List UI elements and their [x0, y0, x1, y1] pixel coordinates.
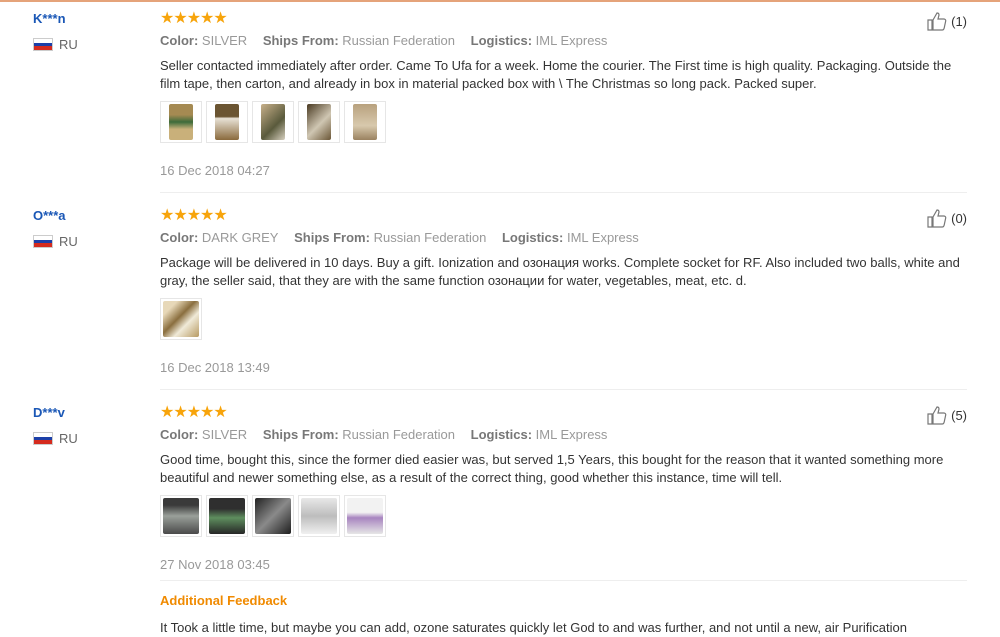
ships-from-value: Russian Federation: [342, 427, 456, 442]
review-date: 16 Dec 2018 13:49: [160, 360, 270, 375]
helpful-button[interactable]: (0): [926, 208, 967, 228]
review-photo[interactable]: [160, 101, 202, 143]
reviewer-country: RU: [33, 37, 78, 52]
review-date: 27 Nov 2018 03:45: [160, 557, 270, 572]
review-photo[interactable]: [252, 495, 294, 537]
reviewer-country: RU: [33, 234, 78, 249]
logistics-value: IML Express: [566, 230, 639, 245]
logistics-label: Logistics:: [470, 33, 533, 48]
ships-from-label: Ships From:: [294, 230, 370, 245]
additional-feedback-title: Additional Feedback: [160, 593, 288, 608]
logistics-label: Logistics:: [470, 427, 533, 442]
thumbs-up-icon: [927, 209, 947, 228]
review-photo[interactable]: [298, 101, 340, 143]
review-text: Good time, bought this, since the former…: [160, 452, 944, 485]
reviewer-name[interactable]: K***n: [33, 11, 78, 27]
color-label: Color:: [160, 427, 199, 442]
reviewer-name[interactable]: O***a: [33, 208, 78, 224]
review-photo[interactable]: [160, 298, 202, 340]
helpful-button[interactable]: (1): [926, 11, 967, 31]
thumbs-up-icon: [927, 12, 947, 31]
review-content: ★★★★★ Color: DARK GREY Ships From: Russi…: [160, 208, 970, 376]
russia-flag-icon: [33, 38, 53, 51]
reviewer-country: RU: [33, 431, 78, 446]
reviewer-info: K***n RU: [33, 11, 78, 52]
reviewer-info: D***v RU: [33, 405, 78, 446]
star-rating: ★★★★★: [160, 404, 228, 421]
color-value: DARK GREY: [201, 230, 279, 245]
logistics-value: IML Express: [535, 427, 608, 442]
country-code: RU: [59, 234, 78, 249]
review-content: ★★★★★ Color: SILVER Ships From: Russian …: [160, 405, 970, 573]
logistics-value: IML Express: [535, 33, 608, 48]
review-meta: Color: SILVER Ships From: Russian Federa…: [160, 33, 970, 49]
top-border: [0, 0, 1000, 2]
country-code: RU: [59, 37, 78, 52]
additional-feedback-text: It Took a little time, but maybe you can…: [160, 620, 907, 635]
helpful-count: (5): [951, 407, 967, 423]
review-photos: [160, 495, 970, 537]
review-photo[interactable]: [160, 495, 202, 537]
ships-from-value: Russian Federation: [342, 33, 456, 48]
additional-feedback-divider: [160, 580, 967, 581]
review-photos: [160, 298, 970, 340]
helpful-count: (1): [951, 13, 967, 29]
review-photo[interactable]: [252, 101, 294, 143]
ships-from-label: Ships From:: [262, 33, 339, 48]
review-meta: Color: SILVER Ships From: Russian Federa…: [160, 427, 970, 443]
review-meta: Color: DARK GREY Ships From: Russian Fed…: [160, 230, 970, 246]
logistics-label: Logistics:: [501, 230, 564, 245]
color-label: Color:: [160, 230, 199, 245]
review-divider: [160, 389, 967, 390]
helpful-button[interactable]: (5): [926, 405, 967, 425]
review-photo[interactable]: [344, 495, 386, 537]
ships-from-label: Ships From:: [262, 427, 339, 442]
review-text: Package will be delivered in 10 days. Bu…: [160, 255, 960, 288]
russia-flag-icon: [33, 235, 53, 248]
thumbs-up-icon: [927, 406, 947, 425]
review-divider: [160, 192, 967, 193]
color-value: SILVER: [201, 33, 248, 48]
review-photo[interactable]: [206, 495, 248, 537]
review-text: Seller contacted immediately after order…: [160, 58, 952, 91]
russia-flag-icon: [33, 432, 53, 445]
reviewer-info: O***a RU: [33, 208, 78, 249]
review-content: ★★★★★ Color: SILVER Ships From: Russian …: [160, 11, 970, 179]
star-rating: ★★★★★: [160, 207, 228, 224]
review-photos: [160, 101, 970, 143]
color-value: SILVER: [201, 427, 248, 442]
reviewer-name[interactable]: D***v: [33, 405, 78, 421]
review-photo[interactable]: [206, 101, 248, 143]
review-photo[interactable]: [344, 101, 386, 143]
review-date: 16 Dec 2018 04:27: [160, 163, 270, 178]
star-rating: ★★★★★: [160, 10, 228, 27]
ships-from-value: Russian Federation: [373, 230, 487, 245]
color-label: Color:: [160, 33, 199, 48]
review-photo[interactable]: [298, 495, 340, 537]
country-code: RU: [59, 431, 78, 446]
helpful-count: (0): [951, 210, 967, 226]
